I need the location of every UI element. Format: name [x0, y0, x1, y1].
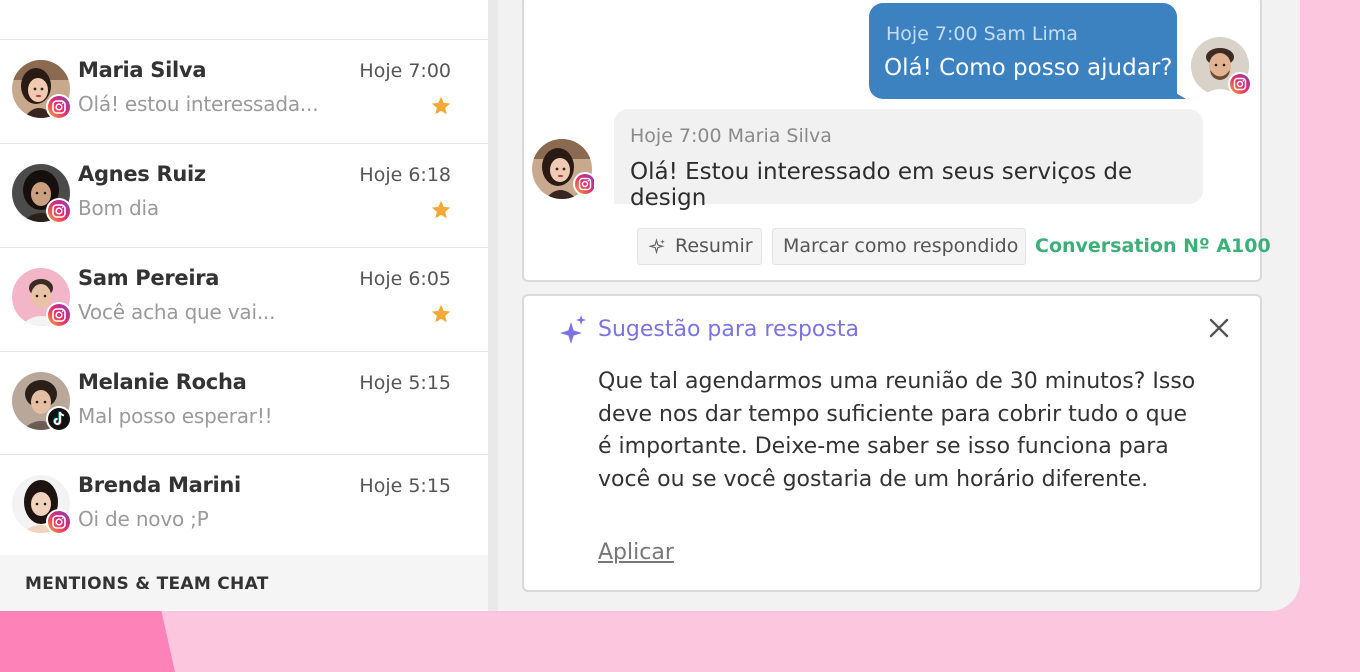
- message-preview: Olá! estou interessada...: [78, 92, 319, 116]
- contact-name: Agnes Ruiz: [78, 162, 206, 186]
- suggestion-text: Que tal agendarmos uma reunião de 30 min…: [598, 369, 1196, 492]
- contact-name: Brenda Marini: [78, 473, 241, 497]
- conversation-item-sam-pereira[interactable]: Sam Pereira Você acha que vai... Hoje 6:…: [0, 248, 488, 352]
- sidebar-header: [0, 0, 488, 40]
- message-text: Olá! Estou interessado em seus serviços …: [630, 159, 1133, 211]
- mentions-label: MENTIONS & TEAM CHAT: [25, 574, 269, 594]
- agent-avatar: [1191, 37, 1253, 99]
- instagram-icon: [46, 509, 72, 535]
- conversation-list: Maria Silva Olá! estou interessada... Ho…: [0, 0, 488, 611]
- avatar: [12, 164, 72, 224]
- conversation-item-maria-silva[interactable]: Maria Silva Olá! estou interessada... Ho…: [0, 40, 488, 144]
- close-icon[interactable]: [1207, 316, 1231, 340]
- instagram-icon: [46, 94, 72, 120]
- instagram-icon: [1228, 72, 1252, 96]
- apply-button[interactable]: Aplicar: [598, 540, 674, 565]
- panel-divider: [488, 0, 498, 611]
- mark-answered-button[interactable]: Marcar como respondido: [772, 228, 1026, 265]
- conversation-item-melanie-rocha[interactable]: Melanie Rocha Mal posso esperar!! Hoje 5…: [0, 352, 488, 455]
- avatar: [12, 475, 72, 535]
- conversation-number: Conversation Nº A100: [1035, 235, 1271, 257]
- message-time: Hoje 6:05: [359, 268, 451, 290]
- conversation-item-brenda-marini[interactable]: Brenda Marini Oi de novo ;P Hoje 5:15: [0, 455, 488, 557]
- mentions-section[interactable]: MENTIONS & TEAM CHAT: [0, 555, 488, 611]
- avatar: [12, 60, 72, 120]
- message-preview: Mal posso esperar!!: [78, 404, 273, 428]
- instagram-icon: [46, 198, 72, 224]
- message-time: Hoje 5:15: [359, 475, 451, 497]
- message-preview: Bom dia: [78, 196, 159, 220]
- contact-name: Sam Pereira: [78, 266, 220, 290]
- ai-sparkle-icon: [560, 315, 586, 344]
- summarize-button[interactable]: Resumir: [637, 228, 762, 265]
- message-time: Hoje 5:15: [359, 372, 451, 394]
- star-icon[interactable]: [430, 199, 452, 221]
- incoming-message: Hoje 7:00 Maria Silva Olá! Estou interes…: [614, 109, 1203, 211]
- star-icon[interactable]: [430, 303, 452, 325]
- message-meta: Hoje 7:00 Maria Silva: [630, 125, 832, 147]
- conversation-item-agnes-ruiz[interactable]: Agnes Ruiz Bom dia Hoje 6:18: [0, 144, 488, 248]
- message-text: Olá! Como posso ajudar?: [884, 55, 1173, 81]
- instagram-icon: [46, 302, 72, 328]
- reply-suggestion-panel: Sugestão para resposta Que tal agendarmo…: [522, 294, 1262, 592]
- contact-avatar: [532, 139, 597, 199]
- star-icon[interactable]: [430, 95, 452, 117]
- message-preview: Oi de novo ;P: [78, 507, 209, 531]
- message-time: Hoje 6:18: [359, 164, 451, 186]
- avatar: [12, 268, 72, 328]
- message-time: Hoje 7:00: [359, 60, 451, 82]
- contact-name: Melanie Rocha: [78, 370, 247, 394]
- chat-panel: Hoje 7:00 Sam Lima Olá! Como posso ajuda…: [522, 0, 1271, 282]
- summarize-label: Resumir: [675, 235, 753, 257]
- message-meta: Hoje 7:00 Sam Lima: [886, 23, 1078, 45]
- contact-name: Maria Silva: [78, 58, 207, 82]
- tiktok-icon: [46, 406, 72, 432]
- app-window: Maria Silva Olá! estou interessada... Ho…: [0, 0, 1300, 611]
- sparkle-icon: [649, 238, 665, 255]
- outgoing-message: Hoje 7:00 Sam Lima Olá! Como posso ajuda…: [869, 3, 1177, 99]
- message-preview: Você acha que vai...: [78, 300, 276, 324]
- avatar: [12, 372, 72, 432]
- mark-answered-label: Marcar como respondido: [783, 235, 1019, 257]
- suggestion-title: Sugestão para resposta: [598, 317, 859, 342]
